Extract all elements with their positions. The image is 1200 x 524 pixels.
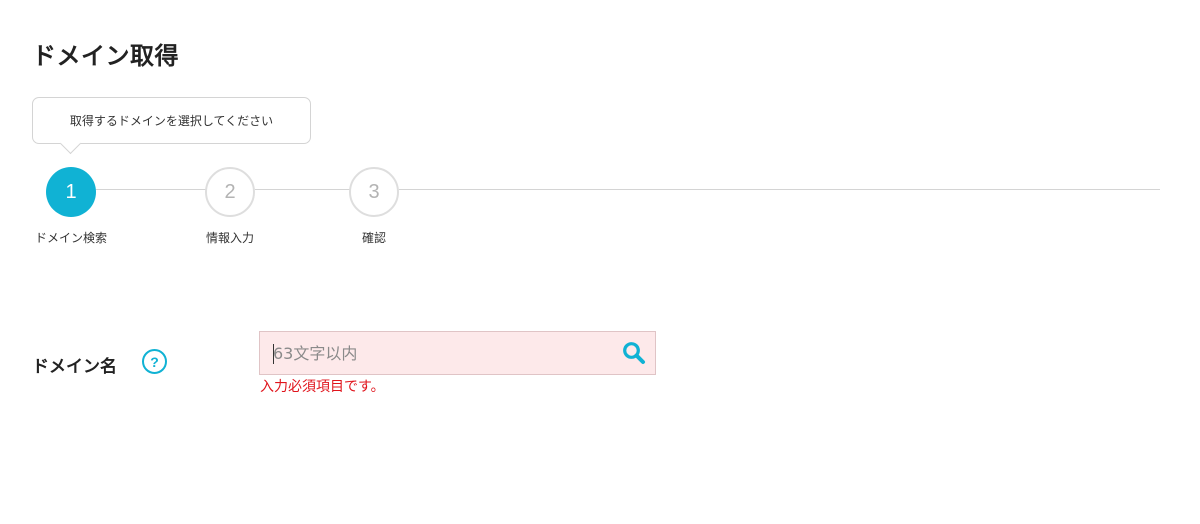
- domain-input-wrapper: [259, 331, 656, 375]
- step-2-circle: 2: [205, 167, 255, 217]
- error-message: 入力必須項目です。: [260, 379, 385, 395]
- help-icon[interactable]: ?: [142, 349, 167, 374]
- domain-name-label: ドメイン名: [32, 357, 117, 377]
- step-1-circle: 1: [46, 167, 96, 217]
- search-icon[interactable]: [621, 340, 647, 366]
- domain-name-input[interactable]: [260, 332, 655, 374]
- page-title: ドメイン取得: [32, 42, 179, 70]
- stepper-line: [96, 189, 206, 190]
- step-3-label: 確認: [361, 231, 387, 245]
- text-caret: [273, 344, 274, 364]
- step-1-label: ドメイン検索: [34, 231, 108, 245]
- stepper-line: [255, 189, 350, 190]
- step-3-circle: 3: [349, 167, 399, 217]
- stepper-line: [399, 189, 1160, 190]
- step-tooltip: 取得するドメインを選択してください: [32, 97, 311, 144]
- tooltip-text: 取得するドメインを選択してください: [69, 114, 274, 128]
- step-2-label: 情報入力: [205, 231, 255, 245]
